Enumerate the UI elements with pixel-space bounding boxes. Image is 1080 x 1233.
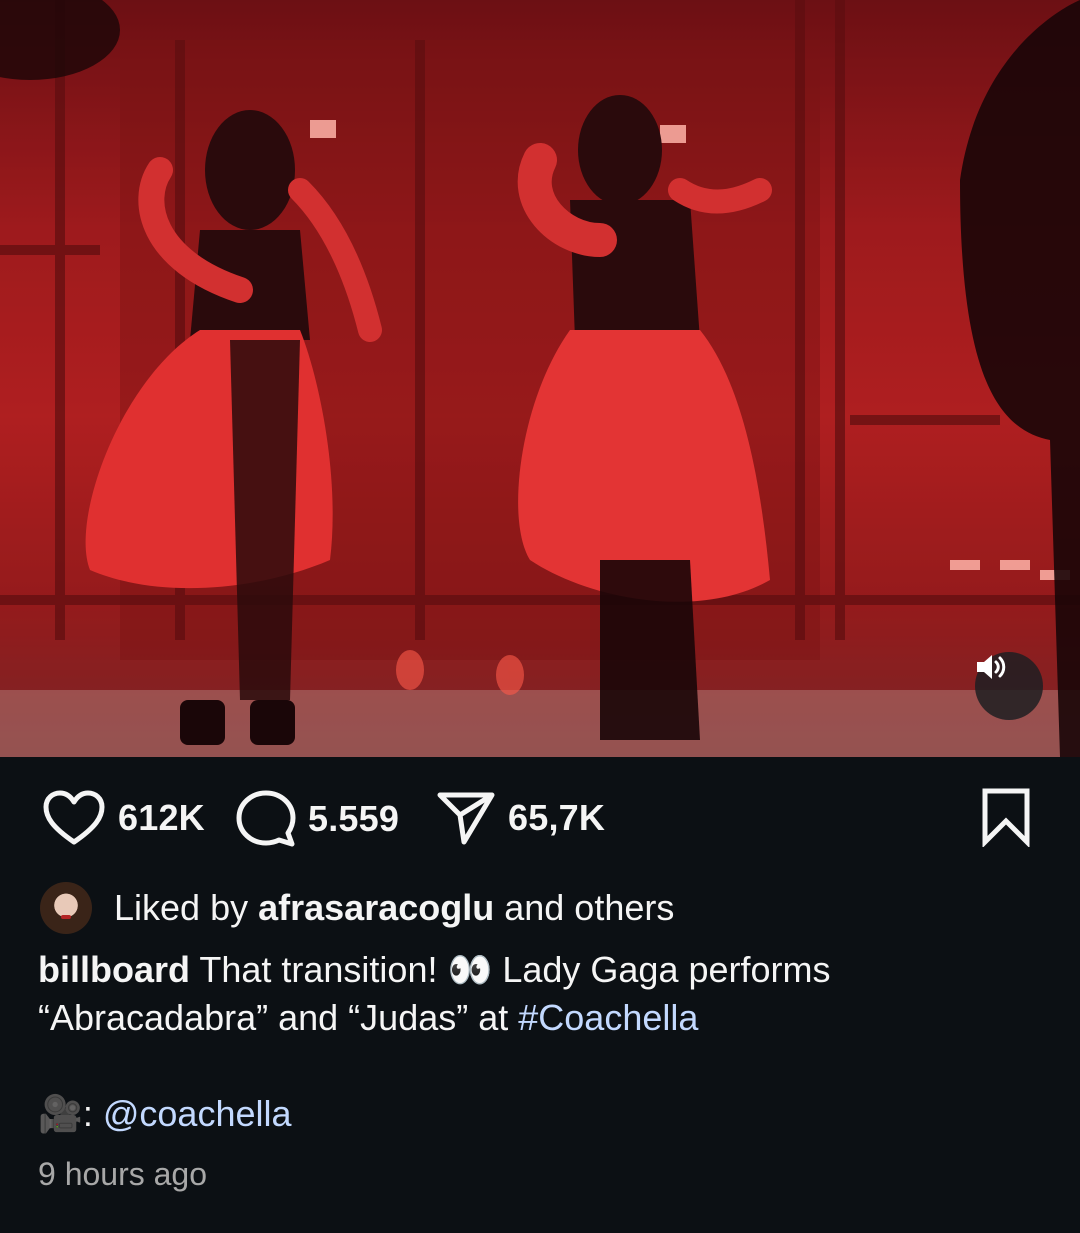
send-icon[interactable] <box>436 789 496 847</box>
liked-by-row[interactable]: Liked by afrasaracoglu and others <box>40 880 674 936</box>
caption-credit: 🎥: @coachella <box>38 1090 292 1138</box>
caption-author-link[interactable]: billboard <box>38 949 190 990</box>
share-count: 65,7K <box>508 797 606 838</box>
eyes-emoji: 👀 <box>447 949 493 990</box>
bookmark-icon[interactable] <box>980 787 1032 849</box>
save-button[interactable] <box>980 787 1032 852</box>
post-caption: billboard That transition! 👀 Lady Gaga p… <box>38 946 1038 1042</box>
liked-by-user-link[interactable]: afrasaracoglu <box>258 887 494 929</box>
credit-separator: : <box>82 1093 93 1134</box>
share-action[interactable]: 65,7K <box>436 789 605 847</box>
hashtag-link[interactable]: #Coachella <box>518 997 698 1038</box>
avatar[interactable] <box>40 882 92 934</box>
comment-count: 5.559 <box>308 798 400 839</box>
comment-action[interactable]: 5.559 <box>236 789 399 849</box>
mention-link[interactable]: @coachella <box>103 1093 292 1134</box>
like-count: 612K <box>118 797 205 838</box>
stage-scene <box>0 0 1080 757</box>
like-action[interactable]: 612K <box>42 789 205 847</box>
liked-by-prefix: Liked by <box>114 887 249 928</box>
comment-icon[interactable] <box>236 789 296 849</box>
heart-icon[interactable] <box>42 789 106 847</box>
speaker-on-icon <box>977 655 1006 679</box>
caption-text-1: That transition! <box>199 949 438 990</box>
camera-emoji: 🎥 <box>38 1093 83 1134</box>
sound-toggle-button[interactable] <box>975 652 1043 720</box>
action-bar: 612K 5.559 65,7K <box>0 757 1080 877</box>
liked-by-suffix[interactable]: and others <box>504 887 674 929</box>
post-timestamp: 9 hours ago <box>38 1156 208 1192</box>
post-video[interactable] <box>0 0 1080 757</box>
